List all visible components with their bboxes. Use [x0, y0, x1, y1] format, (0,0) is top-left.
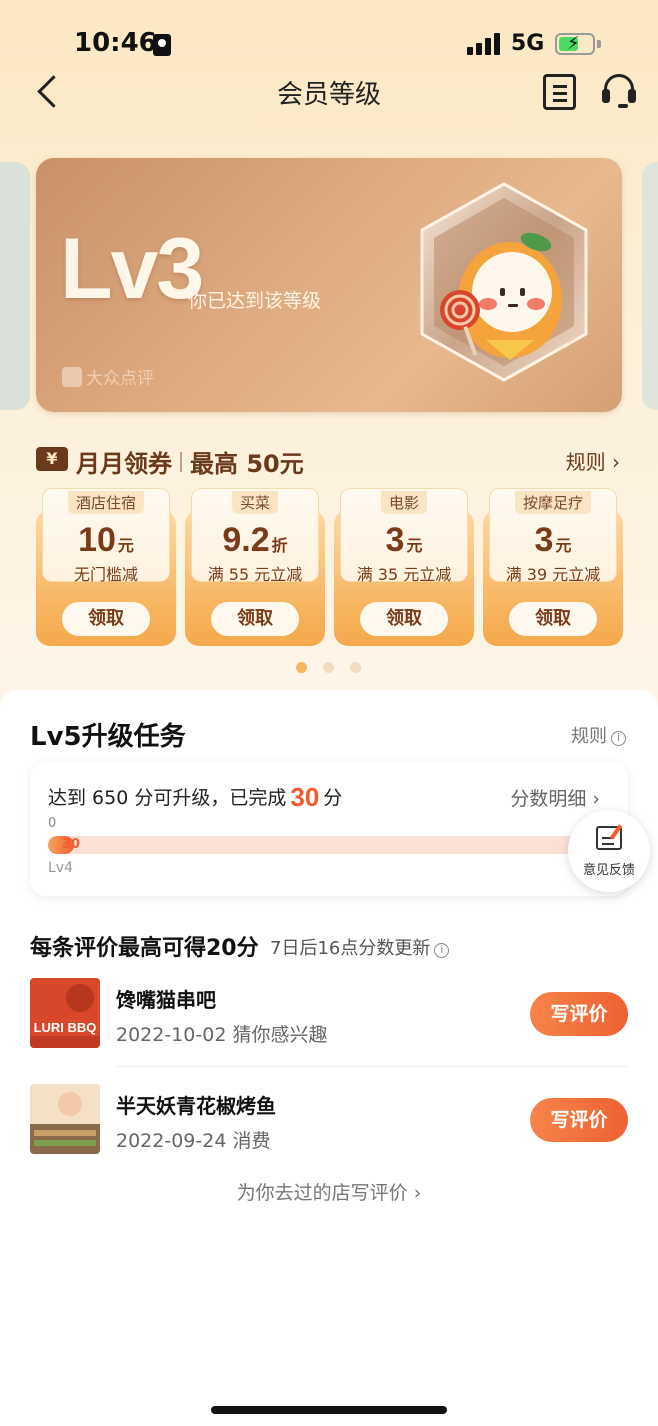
claim-button[interactable]: 领取: [360, 602, 448, 636]
coupon-card-hotel[interactable]: 酒店住宿 10 元 无门槛减 领取: [36, 486, 176, 646]
coupon-pager: [296, 662, 366, 674]
coupon-ticket-icon: ¥: [36, 447, 68, 471]
coupon-value: 10 元: [78, 521, 134, 559]
document-icon[interactable]: [543, 74, 576, 110]
shop-thumbnail: LURI BBQ: [30, 978, 100, 1048]
level-badge-mascot: [416, 180, 592, 384]
task-rules-link[interactable]: 规则 i: [571, 722, 626, 748]
feedback-label: 意见反馈: [582, 863, 635, 878]
coupon-card-movie[interactable]: 电影 3元 满 35 元立减 领取: [334, 486, 474, 646]
claim-button[interactable]: 领取: [509, 602, 597, 636]
coupon-rules-link[interactable]: 规则 ›: [566, 446, 620, 475]
coupon-title: 月月领券: [76, 450, 172, 478]
shop-meta: 2022-09-24 消费: [116, 1130, 271, 1152]
coupon-value: 9.2 折: [222, 521, 288, 559]
info-icon: i: [611, 731, 626, 746]
network-type: 5G: [511, 31, 545, 56]
write-review-button[interactable]: 写评价: [530, 1098, 628, 1142]
battery-icon: ⚡: [555, 33, 595, 55]
row-divider: [116, 1066, 628, 1067]
progress-level-label: Lv4: [48, 860, 73, 876]
shop-meta: 2022-10-02 猜你感兴趣: [116, 1024, 328, 1046]
coupon-condition: 满 39 元立减: [505, 565, 601, 584]
brand-watermark: 大众点评: [62, 364, 154, 389]
feedback-button[interactable]: 意见反馈: [568, 810, 650, 892]
progress-card: 达到 650 分可升级，已完成 30 分 分数明细 › 0 30 Lv4: [30, 762, 628, 896]
shop-row[interactable]: 半天妖青花椒烤鱼 2022-09-24 消费 写评价: [30, 1084, 628, 1174]
claim-button[interactable]: 领取: [211, 602, 299, 636]
next-level-card[interactable]: [642, 162, 658, 410]
pager-dot[interactable]: [323, 662, 334, 673]
level-card[interactable]: Lv3 你已达到该等级 大众点评: [36, 158, 622, 412]
coupon-category: 电影: [380, 491, 427, 514]
review-section-subtitle: 7日后16点分数更新 i: [270, 934, 450, 960]
progress-text: 达到 650 分可升级，已完成 30 分: [48, 782, 343, 812]
prev-level-card[interactable]: [0, 162, 30, 410]
contact-card-icon: [153, 34, 171, 56]
review-section-title: 每条评价最高可得20分: [30, 936, 259, 961]
score-detail-link[interactable]: 分数明细 ›: [510, 784, 600, 811]
progress-track: [48, 836, 608, 854]
shop-name: 馋嘴猫串吧: [116, 988, 216, 1012]
level-status: 你已达到该等级: [188, 290, 322, 312]
review-visited-shops-link[interactable]: 为你去过的店写评价 ›: [0, 1178, 658, 1205]
coupon-card-massage[interactable]: 按摩足疗 3元 满 39 元立减 领取: [483, 486, 623, 646]
coupon-header: ¥ 月月领券 最高 50元 规则 ›: [36, 442, 622, 478]
coupon-value: 3元: [385, 521, 423, 559]
pager-dot[interactable]: [350, 662, 361, 673]
level-label: Lv3: [60, 221, 204, 317]
header-divider: [180, 452, 182, 472]
home-indicator[interactable]: [211, 1406, 447, 1414]
brand-logo-icon: [62, 367, 82, 387]
pager-dot[interactable]: [296, 662, 307, 673]
info-icon[interactable]: i: [434, 943, 450, 958]
coupon-condition: 满 55 元立减: [207, 565, 303, 584]
status-time: 10:46: [74, 28, 157, 58]
shop-name: 半天妖青花椒烤鱼: [116, 1094, 276, 1118]
battery-tip: [597, 40, 601, 48]
coupon-max: 最高 50元: [190, 450, 304, 478]
status-bar: 10:46 5G ⚡: [0, 0, 658, 80]
claim-button[interactable]: 领取: [62, 602, 150, 636]
shop-row[interactable]: LURI BBQ 馋嘴猫串吧 2022-10-02 猜你感兴趣 写评价: [30, 978, 628, 1068]
coupon-value: 3元: [534, 521, 572, 559]
coupon-category: 买菜: [231, 491, 278, 514]
cellular-signal-icon: [467, 33, 501, 55]
coupon-category: 酒店住宿: [67, 491, 144, 514]
coupon-category: 按摩足疗: [514, 491, 591, 514]
shop-thumbnail: [30, 1084, 100, 1154]
svg-text:LURI BBQ: LURI BBQ: [34, 1020, 97, 1035]
upgrade-task-title: Lv5升级任务: [30, 722, 186, 752]
write-review-button[interactable]: 写评价: [530, 992, 628, 1036]
coupon-condition: 满 35 元立减: [356, 565, 452, 584]
progress-value-label: 30: [62, 837, 81, 852]
coupon-card-grocery[interactable]: 买菜 9.2 折 满 55 元立减 领取: [185, 486, 325, 646]
coupon-condition: 无门槛减: [73, 565, 138, 584]
progress-start-label: 0: [48, 816, 57, 831]
customer-service-icon[interactable]: [602, 72, 636, 112]
